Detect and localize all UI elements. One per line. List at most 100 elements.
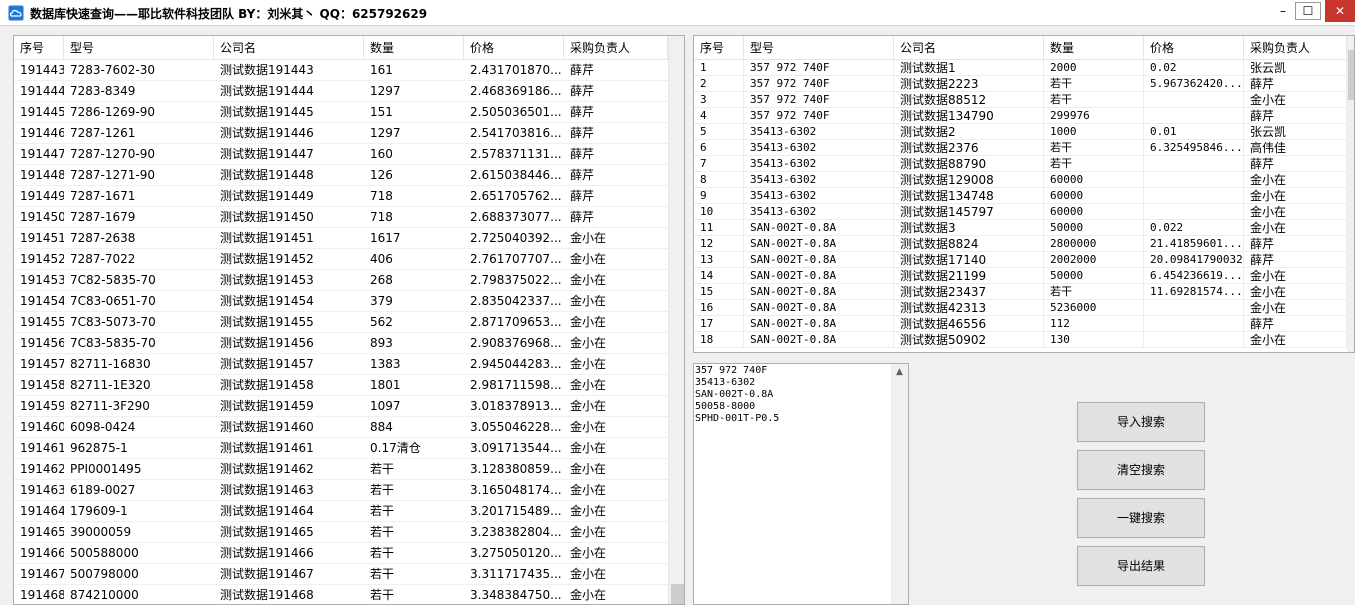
table-cell-price: 21.41859601... [1144, 236, 1244, 252]
table-row[interactable]: 191446 7287-1261 测试数据191446 1297 2.541703816… [14, 123, 668, 144]
column-header-buyer[interactable]: 采购负责人 [564, 36, 668, 60]
vertical-scrollbar[interactable] [668, 36, 684, 604]
minimize-button[interactable]: – [1268, 0, 1298, 22]
table-row[interactable]: 6 35413-6302 测试数据2376 若干 6.325495846... 高伟佳 [694, 140, 1347, 156]
table-cell-model: 7C83-0651-70 [64, 291, 214, 312]
table-row[interactable]: 191459 82711-3F290 测试数据191459 1097 3.0183789… [14, 396, 668, 417]
table-row[interactable]: 191448 7287-1271-90 测试数据191448 126 2.6150384… [14, 165, 668, 186]
table-row[interactable]: 191458 82711-1E320 测试数据191458 1801 2.9817115… [14, 375, 668, 396]
vertical-scrollbar[interactable]: ▲ [891, 364, 908, 604]
table-row[interactable]: 4 357 972 740F 测试数据134790 299976 薛芹 [694, 108, 1347, 124]
table-cell-company: 测试数据21199 [894, 268, 1044, 284]
table-cell-quantity: 379 [364, 291, 464, 312]
table-cell-price: 2.431701870... [464, 60, 564, 81]
table-cell-price: 2.578371131... [464, 144, 564, 165]
table-row[interactable]: 191461 962875-1 测试数据191461 0.17清仓 3.09171354… [14, 438, 668, 459]
table-row[interactable]: 9 35413-6302 测试数据134748 60000 金小在 [694, 188, 1347, 204]
export-results-button[interactable]: 导出结果 [1077, 546, 1205, 586]
column-header-index[interactable]: 序号 [14, 36, 64, 60]
table-row[interactable]: 191456 7C83-5835-70 测试数据191456 893 2.9083769… [14, 333, 668, 354]
column-header-company[interactable]: 公司名 [894, 36, 1044, 60]
table-row[interactable]: 191465 39000059 测试数据191465 若干 3.238382804...… [14, 522, 668, 543]
table-cell-quantity: 60000 [1044, 188, 1144, 204]
table-row[interactable]: 191460 6098-0424 测试数据191460 884 3.055046228.… [14, 417, 668, 438]
table-cell-buyer: 金小在 [1244, 300, 1347, 316]
search-term-line[interactable]: 50058-8000 [695, 401, 890, 413]
scrollbar-thumb[interactable] [1348, 50, 1354, 100]
column-header-quantity[interactable]: 数量 [364, 36, 464, 60]
clear-search-button[interactable]: 清空搜索 [1077, 450, 1205, 490]
table-row[interactable]: 8 35413-6302 测试数据129008 60000 金小在 [694, 172, 1347, 188]
table-row[interactable]: 13 SAN-002T-0.8A 测试数据17140 2002000 20.098417… [694, 252, 1347, 268]
table-row[interactable]: 5 35413-6302 测试数据2 1000 0.01 张云凯 [694, 124, 1347, 140]
table-cell-company: 测试数据191452 [214, 249, 364, 270]
search-terms-input[interactable]: 357 972 740F 35413-6302 SAN-002T-0.8A 50058… [693, 363, 909, 605]
chevron-up-icon[interactable]: ▲ [891, 364, 908, 381]
table-row[interactable]: 191447 7287-1270-90 测试数据191447 160 2.5783711… [14, 144, 668, 165]
scrollbar-thumb[interactable] [671, 584, 684, 604]
table-row[interactable]: 1 357 972 740F 测试数据1 2000 0.02 张云凯 [694, 60, 1347, 76]
import-search-button[interactable]: 导入搜索 [1077, 402, 1205, 442]
table-cell-index: 191443 [14, 60, 64, 81]
title-bar: 数据库快速查询——耶比软件科技团队 BY：刘米其丶 QQ：625792629 –… [0, 0, 1355, 26]
close-button[interactable]: ✕ [1325, 0, 1355, 22]
column-header-index[interactable]: 序号 [694, 36, 744, 60]
search-term-line[interactable]: SPHD-001T-P0.5 [695, 413, 890, 425]
table-row[interactable]: 3 357 972 740F 测试数据88512 若干 金小在 [694, 92, 1347, 108]
table-cell-model: 357 972 740F [744, 92, 894, 108]
table-cell-quantity: 若干 [364, 522, 464, 543]
table-row[interactable]: 191455 7C83-5073-70 测试数据191455 562 2.8717096… [14, 312, 668, 333]
table-row[interactable]: 191449 7287-1671 测试数据191449 718 2.651705762.… [14, 186, 668, 207]
table-row[interactable]: 191466 500588000 测试数据191466 若干 3.275050120..… [14, 543, 668, 564]
table-row[interactable]: 191452 7287-7022 测试数据191452 406 2.761707707.… [14, 249, 668, 270]
table-row[interactable]: 191454 7C83-0651-70 测试数据191454 379 2.8350423… [14, 291, 668, 312]
column-header-model[interactable]: 型号 [744, 36, 894, 60]
table-row[interactable]: 2 357 972 740F 测试数据2223 若干 5.967362420... 薛芹 [694, 76, 1347, 92]
column-header-price[interactable]: 价格 [1144, 36, 1244, 60]
table-row[interactable]: 15 SAN-002T-0.8A 测试数据23437 若干 11.69281574...… [694, 284, 1347, 300]
search-term-line[interactable]: 35413-6302 [695, 377, 890, 389]
maximize-button[interactable]: ☐ [1295, 2, 1321, 20]
table-cell-model: 7287-2638 [64, 228, 214, 249]
table-row[interactable]: 191467 500798000 测试数据191467 若干 3.311717435..… [14, 564, 668, 585]
table-row[interactable]: 17 SAN-002T-0.8A 测试数据46556 112 薛芹 [694, 316, 1347, 332]
table-row[interactable]: 191450 7287-1679 测试数据191450 718 2.688373077.… [14, 207, 668, 228]
table-row[interactable]: 191457 82711-16830 测试数据191457 1383 2.9450442… [14, 354, 668, 375]
column-header-model[interactable]: 型号 [64, 36, 214, 60]
column-header-buyer[interactable]: 采购负责人 [1244, 36, 1347, 60]
table-row[interactable]: 191453 7C82-5835-70 测试数据191453 268 2.7983750… [14, 270, 668, 291]
table-row[interactable]: 191445 7286-1269-90 测试数据191445 151 2.5050365… [14, 102, 668, 123]
table-row[interactable]: 191443 7283-7602-30 测试数据191443 161 2.4317018… [14, 60, 668, 81]
search-results-grid[interactable]: 序号 型号 公司名 数量 价格 采购负责人 1 357 972 740F 测试数据1 2000 0… [693, 35, 1355, 353]
table-row[interactable]: 191464 179609-1 测试数据191464 若干 3.201715489...… [14, 501, 668, 522]
table-row[interactable]: 16 SAN-002T-0.8A 测试数据42313 5236000 金小在 [694, 300, 1347, 316]
table-row[interactable]: 10 35413-6302 测试数据145797 60000 金小在 [694, 204, 1347, 220]
column-header-price[interactable]: 价格 [464, 36, 564, 60]
table-row[interactable]: 191468 874210000 测试数据191468 若干 3.348384750..… [14, 585, 668, 604]
table-row[interactable]: 11 SAN-002T-0.8A 测试数据3 50000 0.022 金小在 [694, 220, 1347, 236]
one-click-search-button[interactable]: 一键搜索 [1077, 498, 1205, 538]
search-term-line[interactable]: 357 972 740F [695, 365, 890, 377]
column-header-company[interactable]: 公司名 [214, 36, 364, 60]
table-cell-index: 191453 [14, 270, 64, 291]
table-cell-company: 测试数据50902 [894, 332, 1044, 348]
table-cell-buyer: 金小在 [564, 543, 668, 564]
table-row[interactable]: 14 SAN-002T-0.8A 测试数据21199 50000 6.454236619… [694, 268, 1347, 284]
database-results-grid[interactable]: 序号 型号 公司名 数量 价格 采购负责人 191443 7283-7602-30 测试数据1… [13, 35, 685, 605]
table-row[interactable]: 18 SAN-002T-0.8A 测试数据50902 130 金小在 [694, 332, 1347, 348]
table-cell-model: 962875-1 [64, 438, 214, 459]
search-term-line[interactable]: SAN-002T-0.8A [695, 389, 890, 401]
table-row[interactable]: 12 SAN-002T-0.8A 测试数据8824 2800000 21.4185960… [694, 236, 1347, 252]
table-cell-model: 35413-6302 [744, 204, 894, 220]
column-header-quantity[interactable]: 数量 [1044, 36, 1144, 60]
table-row[interactable]: 7 35413-6302 测试数据88790 若干 薛芹 [694, 156, 1347, 172]
table-cell-buyer: 薛芹 [564, 81, 668, 102]
table-cell-buyer: 金小在 [564, 585, 668, 604]
search-terms-text[interactable]: 357 972 740F 35413-6302 SAN-002T-0.8A 50058… [695, 365, 890, 425]
table-row[interactable]: 191462 PPI0001495 测试数据191462 若干 3.128380859.… [14, 459, 668, 480]
table-row[interactable]: 191463 6189-0027 测试数据191463 若干 3.165048174..… [14, 480, 668, 501]
table-row[interactable]: 191444 7283-8349 测试数据191444 1297 2.468369186… [14, 81, 668, 102]
table-row[interactable]: 191451 7287-2638 测试数据191451 1617 2.725040392… [14, 228, 668, 249]
table-cell-model: 7287-1679 [64, 207, 214, 228]
vertical-scrollbar[interactable] [1347, 36, 1354, 352]
